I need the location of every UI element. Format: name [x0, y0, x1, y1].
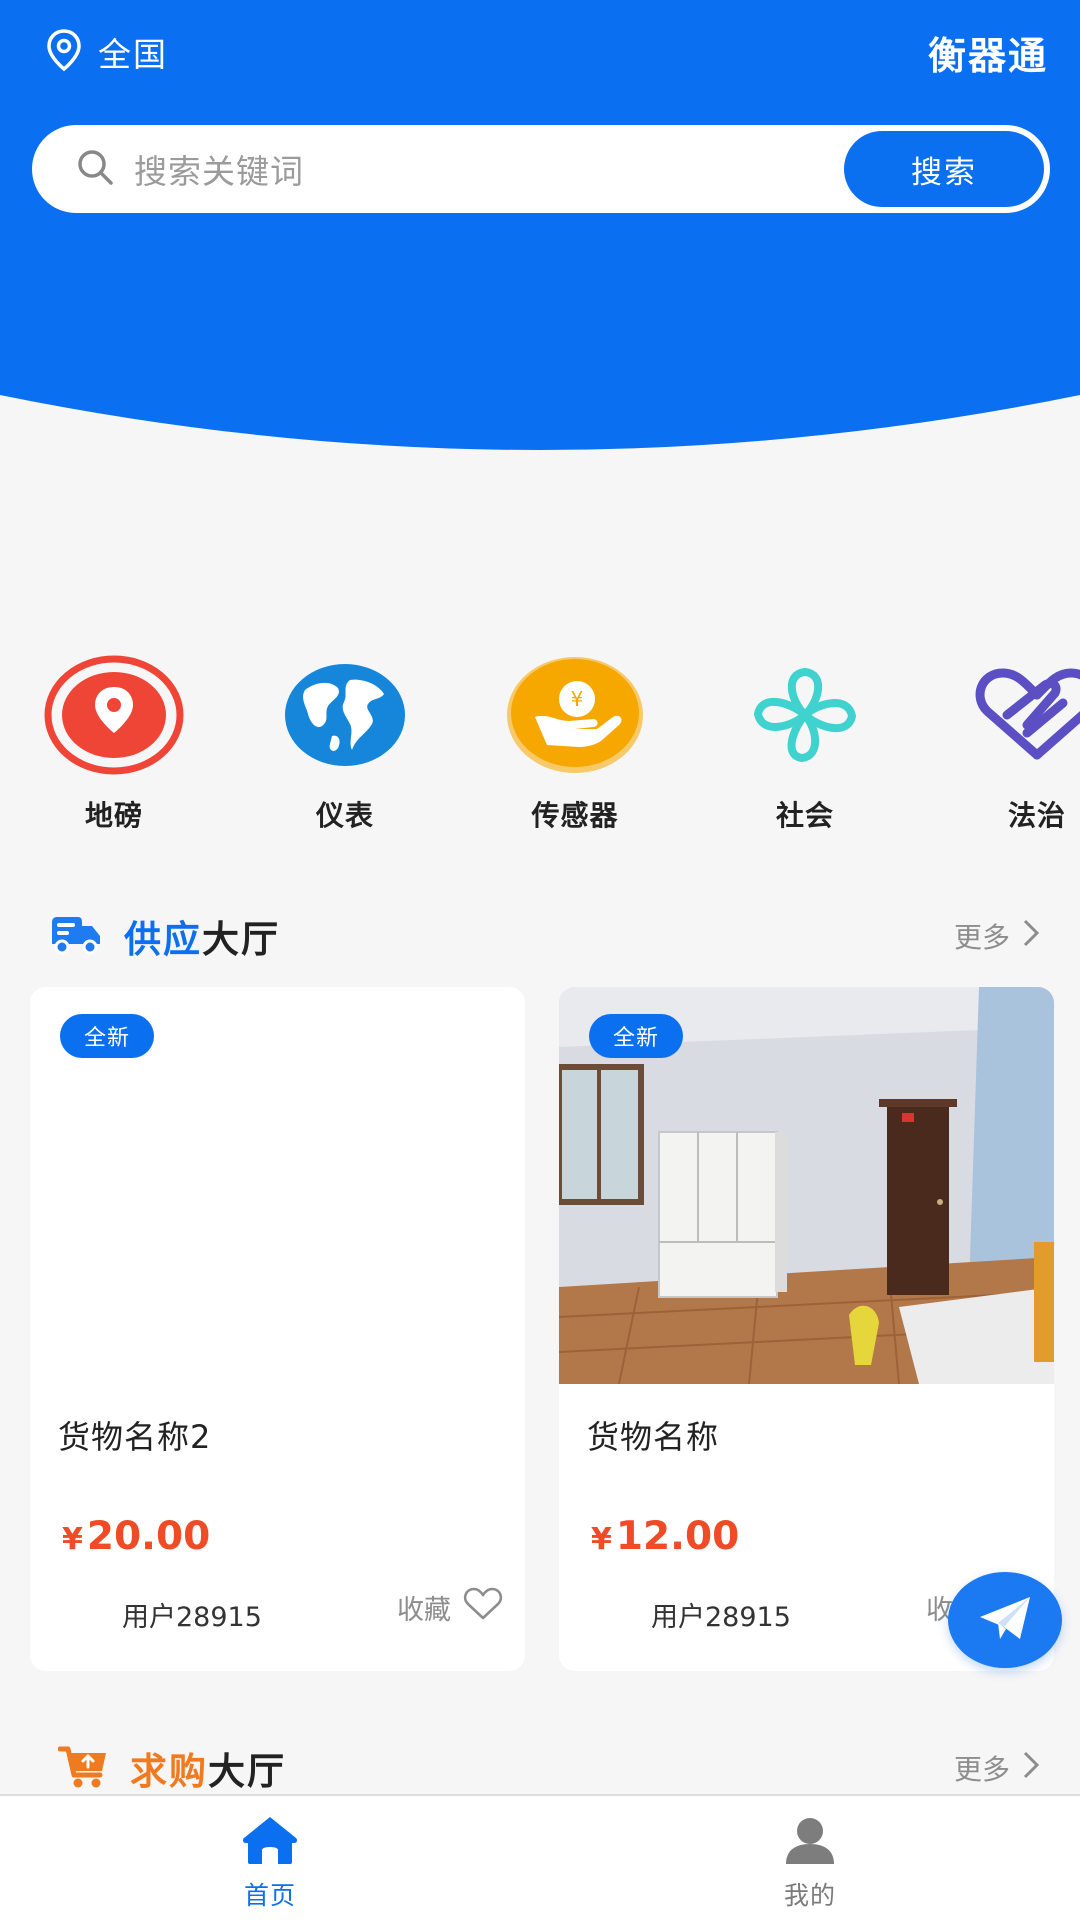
app-brand-title: 衡器通: [927, 33, 1048, 78]
product-price: ¥12.00: [591, 1514, 739, 1559]
product-name: 货物名称2: [58, 1418, 212, 1456]
category-item-fazhi[interactable]: 法治: [962, 650, 1080, 830]
tab-label: 我的: [783, 1881, 836, 1910]
supply-more-link[interactable]: 更多: [954, 916, 1040, 956]
handshake-heart-icon: [962, 650, 1080, 780]
price-currency: ¥: [62, 1522, 83, 1557]
category-item-dibang[interactable]: 地磅: [39, 650, 189, 830]
demand-title-rest: 大厅: [208, 1750, 286, 1793]
price-currency: ¥: [591, 1522, 612, 1557]
category-item-chuanganqi[interactable]: ¥ 传感器: [500, 650, 650, 830]
tab-mine[interactable]: 我的: [540, 1796, 1080, 1920]
more-label: 更多: [953, 921, 1010, 954]
search-bar[interactable]: 搜索关键词 搜索: [32, 125, 1050, 213]
heart-icon: [463, 1587, 503, 1628]
publish-fab-button[interactable]: [948, 1572, 1062, 1668]
product-card[interactable]: 全新 货物名称 ¥12.00 用户28915 收藏: [559, 987, 1054, 1671]
search-button[interactable]: 搜索: [844, 131, 1044, 207]
seller-name: 用户28915: [651, 1602, 791, 1633]
svg-text:¥: ¥: [571, 687, 584, 711]
location-pin-icon: [44, 28, 84, 76]
product-card[interactable]: 全新 货物名称2 ¥20.00 用户28915 收藏: [30, 987, 525, 1671]
tab-label: 首页: [243, 1881, 296, 1910]
money-hand-icon: ¥: [500, 650, 650, 780]
search-icon: [74, 146, 116, 192]
user-profile-icon: [780, 1814, 840, 1870]
condition-badge: 全新: [60, 1014, 155, 1058]
globe-icon: [270, 650, 420, 780]
top-bar: 全国 衡器通: [0, 0, 1080, 104]
favorite-label: 收藏: [397, 1595, 451, 1626]
product-name: 货物名称: [587, 1418, 720, 1456]
demand-section-header: 求购大厅 更多: [48, 1738, 1048, 1798]
clover-icon: [730, 650, 880, 780]
more-label: 更多: [953, 1753, 1010, 1786]
product-price: ¥20.00: [62, 1514, 210, 1559]
location-pin-icon: [39, 650, 189, 780]
demand-section-title: 求购大厅: [130, 1741, 286, 1795]
price-value: 20.00: [86, 1514, 211, 1559]
bottom-tab-bar: 首页 我的: [0, 1794, 1080, 1920]
supply-title-rest: 大厅: [202, 918, 280, 961]
category-label: 地磅: [84, 799, 143, 830]
demand-title-highlight: 求购: [130, 1750, 208, 1793]
category-row: 地磅 仪表 ¥ 传感器 社会 法治: [0, 650, 1080, 830]
demand-more-link[interactable]: 更多: [954, 1748, 1040, 1788]
delivery-truck-icon: [48, 912, 102, 960]
supply-title-highlight: 供应: [124, 918, 202, 961]
favorite-button[interactable]: 收藏: [397, 1587, 503, 1628]
supply-section-header: 供应大厅 更多: [48, 906, 1048, 966]
category-item-shehui[interactable]: 社会: [730, 650, 880, 830]
category-label: 社会: [775, 799, 834, 830]
location-selector[interactable]: 全国: [44, 28, 168, 76]
category-label: 传感器: [531, 799, 619, 830]
shopping-cart-icon: [57, 1743, 108, 1793]
category-item-yibiao[interactable]: 仪表: [270, 650, 420, 830]
chevron-right-icon: [1022, 918, 1040, 955]
header-banner: 全国 衡器通 搜索关键词 搜索: [0, 0, 1080, 460]
category-label: 仪表: [315, 799, 374, 830]
home-icon: [240, 1814, 300, 1870]
category-label: 法治: [1007, 799, 1066, 830]
location-label: 全国: [98, 35, 168, 74]
paper-plane-icon: [976, 1593, 1034, 1647]
chevron-right-icon: [1022, 1750, 1040, 1787]
tab-home[interactable]: 首页: [0, 1796, 540, 1920]
price-value: 12.00: [615, 1514, 740, 1559]
supply-section-title: 供应大厅: [124, 909, 280, 963]
seller-name: 用户28915: [122, 1602, 262, 1633]
app-screen: 全国 衡器通 搜索关键词 搜索 地磅 仪表 ¥ 传感器 社会 法治 供应大厅 更…: [0, 0, 1080, 1920]
condition-badge: 全新: [589, 1014, 684, 1058]
